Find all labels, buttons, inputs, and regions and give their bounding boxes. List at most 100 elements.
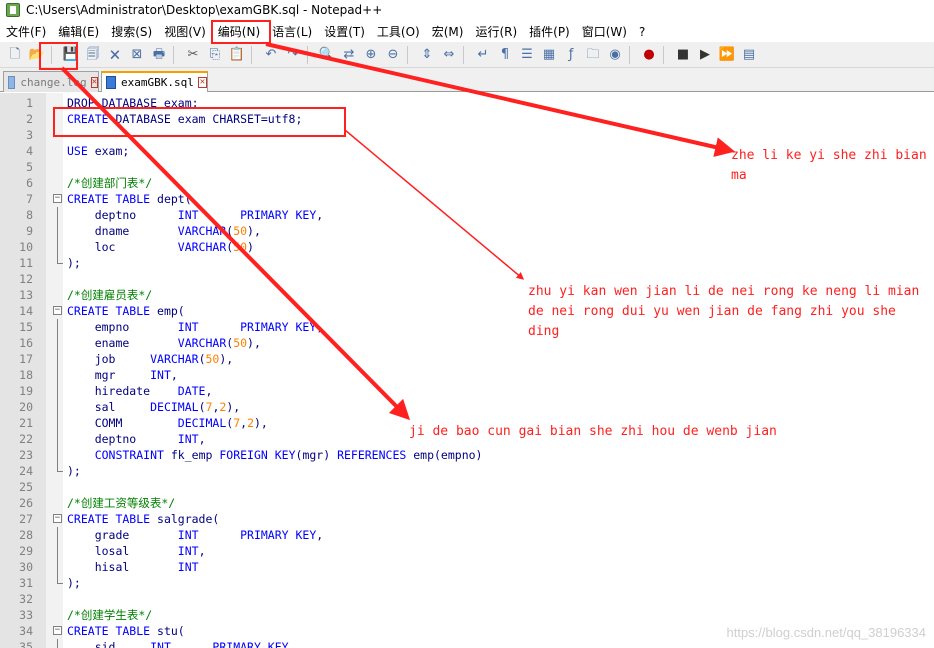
code-text: dname VARCHAR(50), — [67, 223, 261, 239]
code-token: sal — [67, 400, 151, 414]
code-text: USE exam; — [67, 143, 129, 159]
line-number: 7 — [26, 192, 33, 206]
tab-bar: change.log ✕ examGBK.sql ✕ — [0, 68, 934, 92]
all-chars-icon[interactable]: ¶ — [495, 45, 515, 65]
replace-icon[interactable]: ⇄ — [339, 45, 359, 65]
wrap-icon[interactable]: ↵ — [473, 45, 493, 65]
code-text: DROP DATABASE exam; — [67, 95, 199, 111]
close-tab-icon[interactable]: ✕ — [90, 76, 98, 88]
menu-item[interactable]: 编码(N) — [212, 22, 266, 42]
fold-guide — [57, 207, 58, 223]
zoom-in-icon[interactable]: ⊕ — [361, 45, 381, 65]
tab-change-log[interactable]: change.log ✕ — [3, 71, 99, 92]
sync-h-icon[interactable]: ⇔ — [439, 45, 459, 65]
menu-item[interactable]: ? — [633, 22, 651, 42]
code-line: 11); — [0, 255, 934, 271]
fold-guide — [57, 399, 58, 415]
sync-v-icon[interactable]: ⇕ — [417, 45, 437, 65]
save-all-icon[interactable]: 🗐 — [83, 45, 103, 65]
code-token: INT — [177, 208, 199, 222]
code-token: , — [198, 544, 206, 558]
window-title: C:\Users\Administrator\Desktop\examGBK.s… — [26, 3, 383, 17]
find-icon[interactable]: 🔍 — [317, 45, 337, 65]
code-line: 27 − CREATE TABLE salgrade( — [0, 511, 934, 527]
record-macro-icon[interactable]: ● — [639, 45, 659, 65]
menu-item[interactable]: 语言(L) — [266, 22, 318, 42]
print-icon[interactable]: 🖶 — [149, 45, 169, 65]
code-text: sid INT PRIMARY KEY, — [67, 639, 296, 648]
menu-item[interactable]: 插件(P) — [523, 22, 576, 42]
open-file-icon[interactable]: 📂 — [27, 45, 47, 65]
fold-guide — [57, 639, 58, 648]
fold-end-guide — [57, 463, 63, 472]
code-token: DECIMAL — [177, 416, 227, 430]
code-token: (mgr) — [295, 448, 338, 462]
fold-guide — [57, 431, 58, 447]
stop-record-icon[interactable]: ■ — [673, 45, 693, 65]
close-icon[interactable]: 🗙 — [105, 45, 125, 65]
cut-icon[interactable]: ✂ — [183, 45, 203, 65]
undo-icon[interactable]: ↶ — [261, 45, 281, 65]
fold-guide — [57, 335, 58, 351]
line-number: 15 — [19, 320, 33, 334]
fold-end-guide — [57, 255, 63, 264]
tab-label: change.log — [20, 75, 87, 89]
code-line: 35 sid INT PRIMARY KEY, — [0, 639, 934, 648]
code-token: deptno — [67, 208, 178, 222]
code-token: DATABASE exam CHARSET=utf8; — [108, 112, 303, 126]
paste-icon[interactable]: 📋 — [227, 45, 247, 65]
menu-item[interactable]: 视图(V) — [158, 22, 212, 42]
fold-toggle-icon[interactable]: − — [53, 306, 62, 315]
code-token: 50 — [233, 240, 248, 254]
indent-guide-icon[interactable]: ☰ — [517, 45, 537, 65]
menu-item[interactable]: 设置(T) — [318, 22, 371, 42]
code-line: 30 hisal INT — [0, 559, 934, 575]
folder-workspace-icon[interactable]: 🗀 — [583, 45, 603, 65]
line-number: 27 — [19, 512, 33, 526]
menu-item[interactable]: 工具(O) — [371, 22, 426, 42]
code-token: stu( — [150, 624, 185, 638]
close-all-icon[interactable]: ⊠ — [127, 45, 147, 65]
line-number: 34 — [19, 624, 33, 638]
code-token: PRIMARY KEY — [212, 640, 289, 648]
menu-item[interactable]: 运行(R) — [469, 22, 523, 42]
new-file-icon[interactable]: 🗋 — [5, 45, 25, 65]
code-line: 32 — [0, 591, 934, 607]
play-macro-icon[interactable]: ▶ — [695, 45, 715, 65]
line-number: 33 — [19, 608, 33, 622]
doc-map-icon[interactable]: ▦ — [539, 45, 559, 65]
code-text: CREATE TABLE stu( — [67, 623, 185, 639]
code-token: INT — [177, 560, 199, 574]
tab-examgbk-sql[interactable]: examGBK.sql ✕ — [101, 71, 208, 92]
save-macro-icon[interactable]: ▤ — [739, 45, 759, 65]
function-list-icon[interactable]: ƒ — [561, 45, 581, 65]
code-token: , — [316, 320, 324, 334]
monitor-icon[interactable]: ◉ — [605, 45, 625, 65]
fold-guide — [57, 239, 58, 255]
fold-toggle-icon[interactable]: − — [53, 194, 62, 203]
menu-item[interactable]: 搜索(S) — [105, 22, 158, 42]
code-token: 50 — [233, 224, 248, 238]
redo-icon[interactable]: ↷ — [283, 45, 303, 65]
toolbar: 🗋 📂 💾 🗐 🗙 ⊠ 🖶 ✂ ⎘ 📋 ↶ ↷ 🔍 ⇄ ⊕ ⊖ ⇕ ⇔ ↵ ¶ ☰ ▦ ƒ 🗀 ◉ ● ■ ▶ ⏩ ▤ — [0, 42, 934, 68]
zoom-out-icon[interactable]: ⊖ — [383, 45, 403, 65]
code-token: loc — [67, 240, 178, 254]
fold-guide — [57, 527, 58, 543]
fold-toggle-icon[interactable]: − — [53, 626, 62, 635]
menu-item[interactable]: 编辑(E) — [52, 22, 105, 42]
close-tab-icon[interactable]: ✕ — [197, 77, 207, 88]
menu-item[interactable]: 窗口(W) — [576, 22, 633, 42]
code-token: , — [198, 432, 206, 446]
menu-item[interactable]: 宏(M) — [426, 22, 470, 42]
code-text: grade INT PRIMARY KEY, — [67, 527, 324, 543]
menu-item[interactable]: 文件(F) — [0, 22, 52, 42]
code-token: 50 — [205, 352, 220, 366]
line-number: 14 — [19, 304, 33, 318]
code-token: VARCHAR — [177, 240, 227, 254]
run-macro-multiple-icon[interactable]: ⏩ — [717, 45, 737, 65]
copy-icon[interactable]: ⎘ — [205, 45, 225, 65]
save-icon[interactable]: 💾 — [61, 45, 81, 65]
fold-toggle-icon[interactable]: − — [53, 514, 62, 523]
code-line: 26 /*创建工资等级表*/ — [0, 495, 934, 511]
code-token: VARCHAR — [177, 336, 227, 350]
